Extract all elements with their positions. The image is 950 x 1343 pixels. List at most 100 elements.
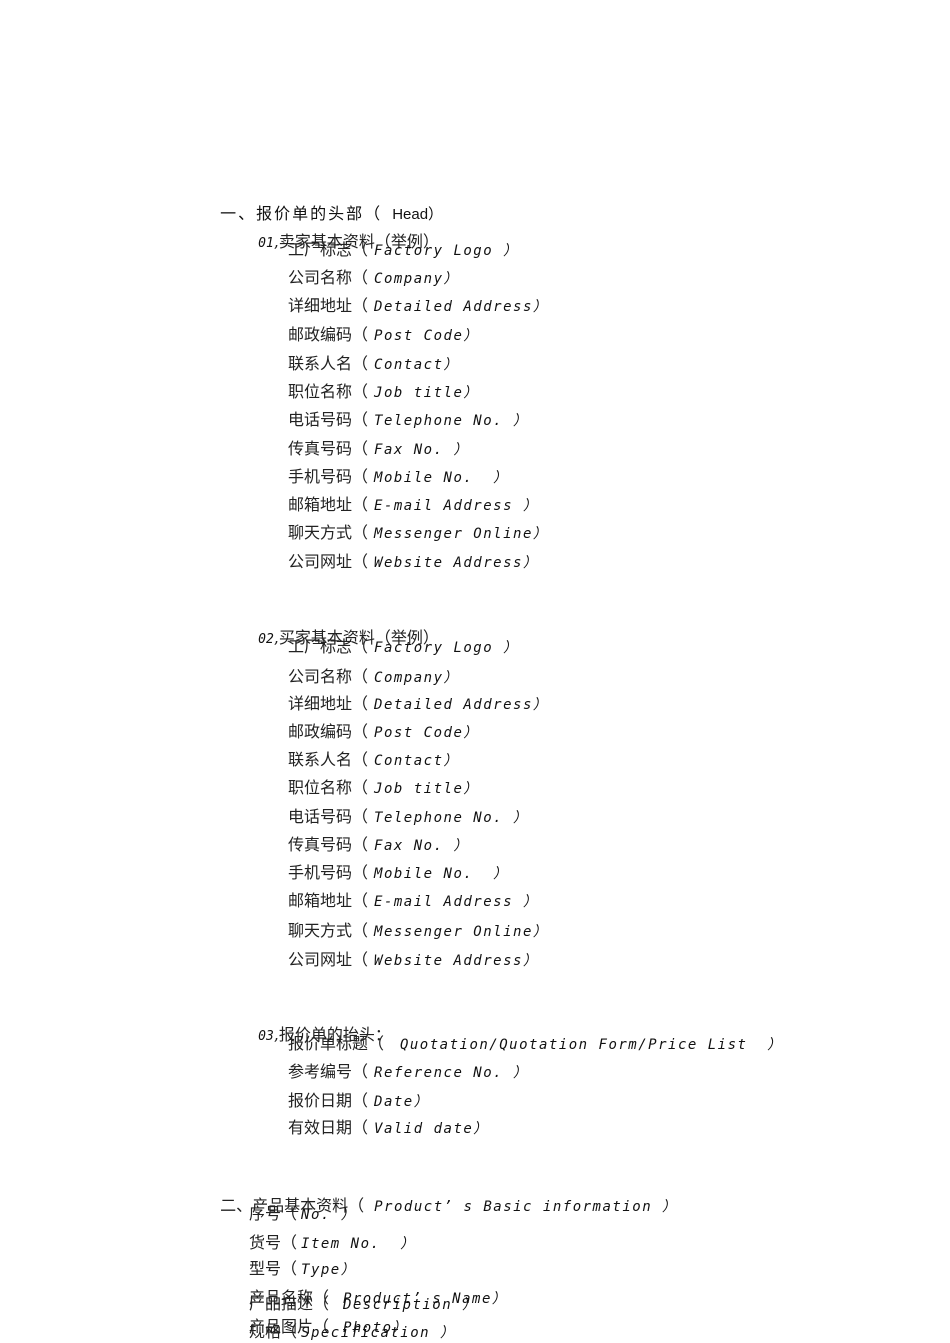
- buyer-field-label-cn: 邮政编码（: [288, 722, 369, 741]
- seller-field-row: 邮箱地址（ E-mail Address ）: [288, 495, 538, 516]
- seller-field-label-cn: 传真号码（: [288, 439, 369, 458]
- seller-field-label-en: Fax No. ）: [374, 442, 469, 458]
- buyer-field-row: 联系人名（ Contact）: [288, 750, 459, 771]
- product-field-label-en: Type）: [301, 1262, 357, 1278]
- product-field-row: 货号（ Item No. ）: [249, 1233, 416, 1254]
- quotation-header-field-label-en: Date）: [374, 1094, 430, 1110]
- product-field-label-cn: 型号（: [249, 1259, 298, 1278]
- buyer-field-label-en: Detailed Address）: [374, 697, 549, 713]
- seller-field-label-en: Detailed Address）: [374, 299, 549, 315]
- quotation-header-field-row: 报价单标题（ Quotation/Quotation Form/Price Li…: [288, 1034, 783, 1055]
- buyer-field-label-en: Company）: [374, 670, 460, 686]
- buyer-field-row: 邮箱地址（ E-mail Address ）: [288, 891, 538, 912]
- buyer-field-label-cn: 手机号码（: [288, 863, 369, 882]
- quotation-header-field-label-cn: 参考编号（: [288, 1062, 369, 1081]
- product-field-row: 序号（ No. ）: [249, 1204, 356, 1225]
- buyer-field-label-cn: 职位名称（: [288, 778, 369, 797]
- seller-field-label-cn: 电话号码（: [288, 410, 369, 429]
- buyer-field-label-en: E-mail Address ）: [374, 894, 539, 910]
- seller-field-label-en: Company）: [374, 271, 460, 287]
- buyer-field-label-en: Messenger Online）: [374, 924, 549, 940]
- product-field-label-en: Description ）: [333, 1297, 478, 1313]
- buyer-number: 02: [258, 632, 274, 647]
- buyer-field-label-en: Job title）: [374, 781, 479, 797]
- seller-field-row: 职位名称（ Job title）: [288, 382, 479, 403]
- buyer-field-label-cn: 公司网址（: [288, 950, 369, 969]
- seller-field-row: 传真号码（ Fax No. ）: [288, 439, 469, 460]
- quotation-header-field-label-cn: 有效日期（: [288, 1118, 369, 1137]
- product-field-label-cn: 序号（: [249, 1204, 298, 1223]
- seller-field-row: 详细地址（ Detailed Address）: [288, 296, 548, 317]
- quotation-header-field-label-en: Quotation/Quotation Form/Price List ）: [390, 1037, 783, 1053]
- seller-field-label-cn: 职位名称（: [288, 382, 369, 401]
- buyer-field-row: 职位名称（ Job title）: [288, 778, 479, 799]
- quotation-header-field-row: 参考编号（ Reference No. ）: [288, 1062, 529, 1083]
- seller-field-label-en: Telephone No. ）: [374, 413, 529, 429]
- seller-field-label-en: Post Code）: [374, 328, 479, 344]
- buyer-field-label-cn: 详细地址（: [288, 694, 369, 713]
- quotation-header-field-label-en: Valid date）: [374, 1121, 489, 1137]
- seller-field-label-cn: 手机号码（: [288, 467, 369, 486]
- buyer-field-label-cn: 工厂标志（: [288, 637, 369, 656]
- product-field-label-en: No. ）: [301, 1207, 357, 1223]
- buyer-field-label-en: Telephone No. ）: [374, 810, 529, 826]
- product-field-row: 规格（ Specification ）: [249, 1322, 456, 1343]
- seller-field-label-en: Factory Logo ）: [374, 243, 519, 259]
- seller-number: 01: [258, 236, 274, 251]
- seller-field-label-cn: 公司网址（: [288, 552, 369, 571]
- buyer-field-label-cn: 联系人名（: [288, 750, 369, 769]
- product-field-label-cn: 货号（: [249, 1233, 298, 1252]
- buyer-field-label-en: Factory Logo ）: [374, 640, 519, 656]
- quotation-header-field-row: 报价日期（ Date）: [288, 1091, 429, 1112]
- seller-field-label-cn: 工厂标志（: [288, 240, 369, 259]
- seller-field-row: 电话号码（ Telephone No. ）: [288, 410, 529, 431]
- quotation-header-number: 03: [258, 1029, 274, 1044]
- seller-field-label-en: Contact）: [374, 357, 460, 373]
- section-2-title-en: Product’ s Basic information ）: [364, 1199, 678, 1215]
- buyer-field-row: 公司网址（ Website Address）: [288, 950, 538, 971]
- buyer-field-label-cn: 邮箱地址（: [288, 891, 369, 910]
- quotation-header-field-row: 有效日期（ Valid date）: [288, 1118, 489, 1139]
- buyer-field-row: 电话号码（ Telephone No. ）: [288, 807, 529, 828]
- seller-field-row: 工厂标志（ Factory Logo ）: [288, 240, 519, 261]
- seller-field-label-cn: 邮政编码（: [288, 325, 369, 344]
- quotation-header-field-label-en: Reference No. ）: [374, 1065, 529, 1081]
- buyer-field-label-cn: 聊天方式（: [288, 921, 369, 940]
- seller-field-label-cn: 详细地址（: [288, 296, 369, 315]
- buyer-field-label-cn: 传真号码（: [288, 835, 369, 854]
- seller-field-row: 手机号码（ Mobile No. ）: [288, 467, 509, 488]
- product-field-row: 产品描述（ Description ）: [249, 1294, 478, 1315]
- buyer-field-row: 聊天方式（ Messenger Online）: [288, 921, 548, 942]
- buyer-field-row: 传真号码（ Fax No. ）: [288, 835, 469, 856]
- seller-field-label-en: E-mail Address ）: [374, 498, 539, 514]
- buyer-field-label-en: Website Address）: [374, 953, 539, 969]
- seller-field-row: 聊天方式（ Messenger Online）: [288, 523, 548, 544]
- seller-field-row: 联系人名（ Contact）: [288, 354, 459, 375]
- buyer-field-label-en: Contact）: [374, 753, 460, 769]
- quotation-header-field-label-cn: 报价日期（: [288, 1091, 369, 1110]
- seller-field-row: 公司名称（ Company）: [288, 268, 459, 289]
- seller-field-label-cn: 邮箱地址（: [288, 495, 369, 514]
- product-field-label-cn: 规格（: [249, 1322, 298, 1341]
- seller-field-label-en: Job title）: [374, 385, 479, 401]
- product-field-label-cn: 产品描述（: [249, 1294, 330, 1313]
- seller-field-label-en: Mobile No. ）: [374, 470, 509, 486]
- seller-field-row: 公司网址（ Website Address）: [288, 552, 538, 573]
- product-field-label-en: Specification ）: [301, 1325, 456, 1341]
- buyer-field-row: 手机号码（ Mobile No. ）: [288, 863, 509, 884]
- seller-field-label-cn: 公司名称（: [288, 268, 369, 287]
- buyer-field-label-en: Mobile No. ）: [374, 866, 509, 882]
- buyer-field-label-en: Fax No. ）: [374, 838, 469, 854]
- buyer-field-row: 公司名称（ Company）: [288, 667, 459, 688]
- buyer-field-label-cn: 电话号码（: [288, 807, 369, 826]
- seller-field-label-en: Messenger Online）: [374, 526, 549, 542]
- seller-field-row: 邮政编码（ Post Code）: [288, 325, 479, 346]
- buyer-field-row: 详细地址（ Detailed Address）: [288, 694, 548, 715]
- product-field-label-en: Item No. ）: [301, 1236, 416, 1252]
- buyer-field-row: 工厂标志（ Factory Logo ）: [288, 637, 519, 658]
- product-field-row: 型号（ Type）: [249, 1259, 356, 1280]
- seller-field-label-cn: 联系人名（: [288, 354, 369, 373]
- buyer-field-row: 邮政编码（ Post Code）: [288, 722, 479, 743]
- buyer-field-label-en: Post Code）: [374, 725, 479, 741]
- seller-field-label-en: Website Address）: [374, 555, 539, 571]
